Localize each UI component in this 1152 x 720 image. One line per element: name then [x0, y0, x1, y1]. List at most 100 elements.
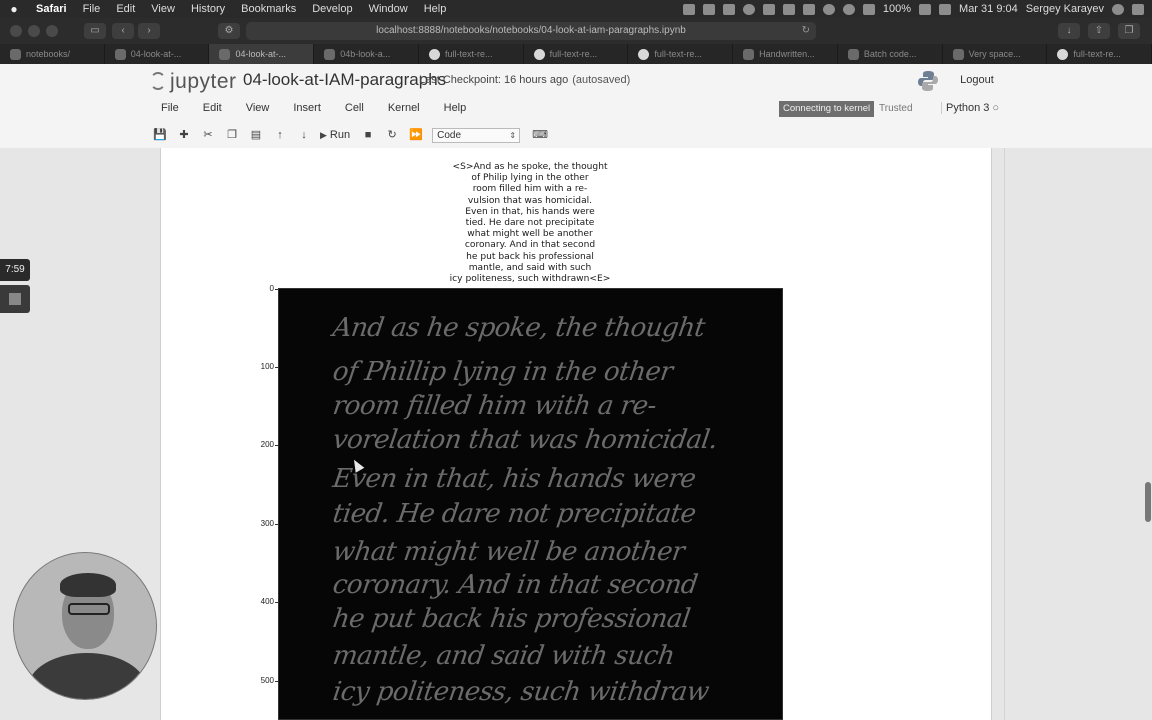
- notebook-menu-edit[interactable]: Edit: [203, 102, 222, 114]
- play-icon: ▶: [320, 130, 327, 140]
- menu-safari[interactable]: Safari: [28, 3, 75, 15]
- spotlight-search-icon[interactable]: [1112, 3, 1124, 15]
- menu-file[interactable]: File: [75, 3, 109, 15]
- extension-icon[interactable]: ⚙: [218, 23, 240, 39]
- bluetooth-icon[interactable]: [822, 3, 835, 15]
- browser-tab[interactable]: full-text-re...: [1047, 44, 1152, 64]
- browser-tab[interactable]: full-text-re...: [524, 44, 629, 64]
- save-icon[interactable]: 💾: [150, 127, 170, 143]
- grid-icon[interactable]: [762, 3, 775, 15]
- menu-bookmarks[interactable]: Bookmarks: [233, 3, 304, 15]
- reload-icon[interactable]: ↻: [802, 22, 810, 40]
- notebook-menu-help[interactable]: Help: [444, 102, 467, 114]
- handwriting-line: of Phillip lying in the other: [330, 357, 675, 387]
- notebook-menu-file[interactable]: File: [161, 102, 179, 114]
- github-icon: [1057, 48, 1069, 60]
- notebook-menu-view[interactable]: View: [246, 102, 270, 114]
- trusted-badge[interactable]: Trusted: [879, 103, 913, 114]
- forward-icon[interactable]: ›: [138, 23, 160, 39]
- menubar-user[interactable]: Sergey Karayev: [1026, 3, 1104, 15]
- handwriting-line: Even in that, his hands were: [330, 464, 698, 494]
- menu-edit[interactable]: Edit: [108, 3, 143, 15]
- paste-icon[interactable]: ▤: [246, 127, 266, 143]
- zoom-window-button[interactable]: [46, 25, 58, 37]
- logout-button[interactable]: Logout: [948, 69, 1006, 91]
- restart-icon[interactable]: ↻: [382, 127, 402, 143]
- y-tick-label: 100: [260, 362, 274, 371]
- menu-view[interactable]: View: [143, 3, 183, 15]
- kernel-name-label: Python 3: [946, 102, 990, 114]
- vpn-icon[interactable]: [742, 3, 755, 15]
- page-scrollbar[interactable]: [1145, 482, 1151, 522]
- dropbox-icon[interactable]: [682, 3, 695, 15]
- browser-tab[interactable]: full-text-re...: [419, 44, 524, 64]
- insert-cell-icon[interactable]: ✚: [174, 127, 194, 143]
- tools-icon[interactable]: [722, 3, 735, 15]
- cell-type-select[interactable]: Code ⇕: [432, 127, 521, 143]
- menubar-clock[interactable]: Mar 31 9:04: [959, 3, 1018, 15]
- menu-develop[interactable]: Develop: [304, 3, 360, 15]
- handwriting-line: tied. He dare not precipitate: [330, 499, 698, 529]
- minimize-window-button[interactable]: [28, 25, 40, 37]
- wifi-icon[interactable]: [842, 3, 855, 15]
- recorder-control-button[interactable]: [0, 285, 30, 313]
- browser-tab[interactable]: full-text-re...: [628, 44, 734, 64]
- address-bar[interactable]: localhost:8888/notebooks/notebooks/04-lo…: [246, 22, 816, 40]
- browser-tab[interactable]: notebooks/: [0, 44, 105, 64]
- y-tick-label: 400: [260, 597, 274, 606]
- recording-timer: 7:59: [0, 259, 30, 281]
- browser-tab[interactable]: Batch code...: [838, 44, 943, 64]
- window-controls: [10, 25, 58, 37]
- notebook-toolbar: 💾 ✚ ✂ ❐ ▤ ↑ ↓ ▶ Run ■ ↻ ⏩ Code ⇕ ⌨: [150, 126, 554, 144]
- app-status-icon[interactable]: [782, 3, 795, 15]
- share-icon[interactable]: ⇧: [1088, 23, 1110, 39]
- tab-overview-icon[interactable]: ❐: [1118, 23, 1140, 39]
- jupyter-logo[interactable]: jupyter: [150, 70, 237, 94]
- music-icon[interactable]: [702, 3, 715, 15]
- jupyter-logo-icon: [150, 72, 166, 90]
- copy-icon[interactable]: ❐: [222, 127, 242, 143]
- apple-menu-icon[interactable]: ●: [0, 2, 28, 16]
- notebook-menu-kernel[interactable]: Kernel: [388, 102, 420, 114]
- sidebar-toggle-icon[interactable]: ▭: [84, 23, 106, 39]
- handwriting-line: he put back his professional: [330, 604, 692, 634]
- notification-center-icon[interactable]: [1132, 3, 1144, 15]
- browser-tab[interactable]: Very space...: [943, 44, 1048, 64]
- y-tick-label: 0: [269, 284, 274, 293]
- restart-run-all-icon[interactable]: ⏩: [406, 127, 426, 143]
- notebook-menu-cell[interactable]: Cell: [345, 102, 364, 114]
- move-down-icon[interactable]: ↓: [294, 127, 314, 143]
- handwriting-line: coronary. And in that second: [330, 570, 700, 600]
- browser-tab-active[interactable]: 04-look-at-...: [209, 44, 315, 64]
- menu-window[interactable]: Window: [361, 3, 416, 15]
- notebook-gutter: [1004, 148, 1005, 720]
- browser-tab[interactable]: 04b-look-a...: [314, 44, 419, 64]
- run-button[interactable]: ▶ Run: [320, 129, 350, 141]
- transcript-line: what might well be another: [467, 229, 593, 240]
- battery-icon[interactable]: [919, 3, 932, 15]
- close-window-button[interactable]: [10, 25, 22, 37]
- notebook-menu-insert[interactable]: Insert: [293, 102, 321, 114]
- browser-tab[interactable]: Handwritten...: [733, 44, 838, 64]
- flag-icon[interactable]: [939, 3, 952, 15]
- autosave-status: (autosaved): [572, 74, 631, 86]
- interrupt-icon[interactable]: ■: [358, 127, 378, 143]
- browser-tab[interactable]: 04-look-at-...: [105, 44, 210, 64]
- notebook-body: <S>And as he spoke, the thought of Phili…: [0, 148, 1152, 720]
- menu-history[interactable]: History: [183, 3, 233, 15]
- menu-help[interactable]: Help: [416, 3, 455, 15]
- y-tick-label: 200: [260, 440, 274, 449]
- download-icon[interactable]: ↓: [1058, 23, 1080, 39]
- back-icon[interactable]: ‹: [112, 23, 134, 39]
- move-up-icon[interactable]: ↑: [270, 127, 290, 143]
- cut-icon[interactable]: ✂: [198, 127, 218, 143]
- volume-icon[interactable]: [862, 3, 875, 15]
- shield-icon[interactable]: [802, 3, 815, 15]
- webcam-person-hair: [60, 573, 116, 597]
- macos-menubar: ● Safari File Edit View History Bookmark…: [0, 0, 1152, 18]
- y-tick-label: 300: [260, 519, 274, 528]
- glasses-icon: [68, 603, 110, 615]
- notebook-title[interactable]: 04-look-at-IAM-paragraphs: [243, 70, 446, 90]
- keyboard-icon[interactable]: ⌨: [530, 127, 550, 143]
- transcript-line: of Philip lying in the other: [471, 173, 589, 184]
